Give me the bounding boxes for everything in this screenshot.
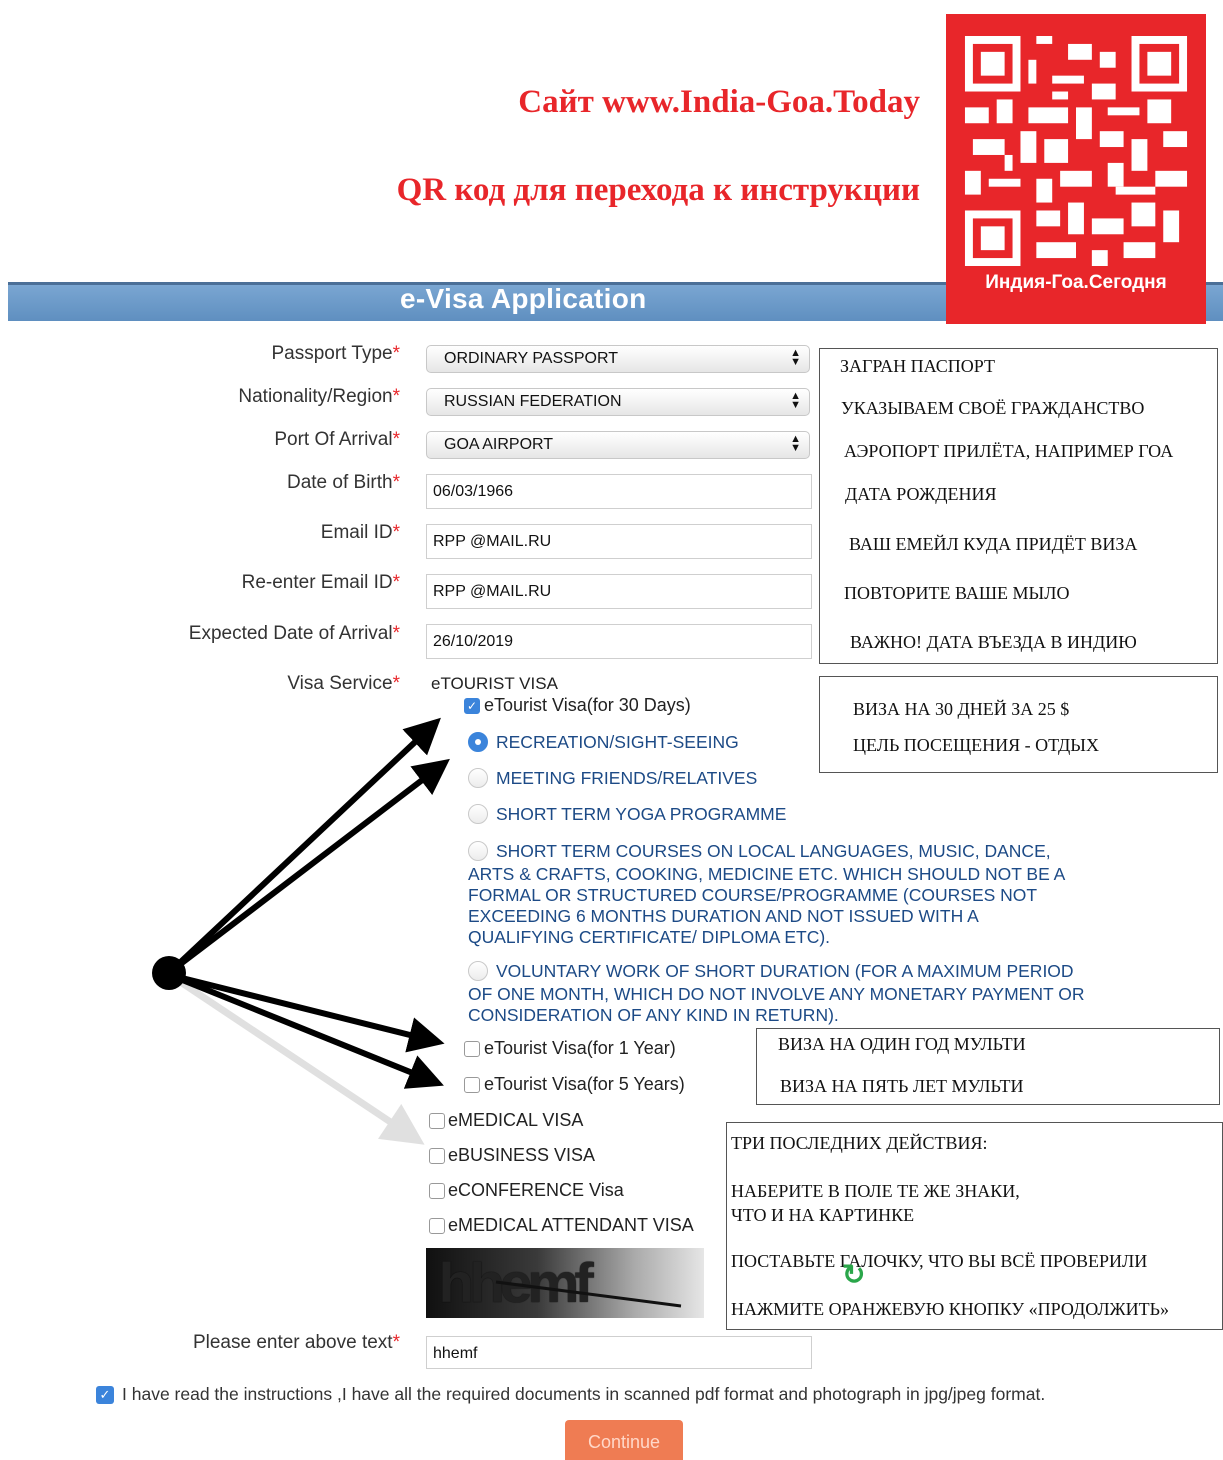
arrow-to-recreation: [168, 758, 450, 975]
arrow-origin-dot: [152, 956, 186, 990]
annotation-arrows: [152, 717, 450, 1145]
arrow-to-30days: [167, 717, 441, 975]
